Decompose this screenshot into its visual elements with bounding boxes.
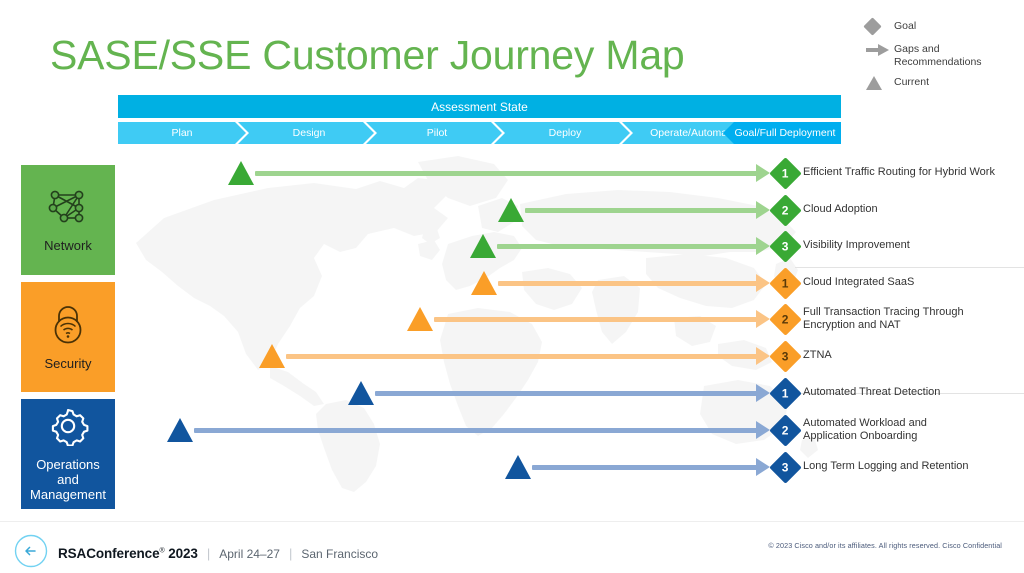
legend-label-current: Current (894, 76, 930, 88)
category-label-operations: Operations and Management (30, 457, 106, 502)
stage-chevron-row: Plan Design Pilot Deploy Operate/Automat… (118, 122, 841, 144)
assessment-state-header: Assessment State (118, 95, 841, 118)
gap-arrow-head-9 (756, 458, 770, 476)
goal-diamond-number: 3 (781, 349, 789, 363)
gap-arrow-head-6 (756, 347, 770, 365)
gap-arrow-head-8 (756, 421, 770, 439)
rsa-brand-name: RSAConference (58, 546, 160, 561)
current-state-triangle-1 (228, 161, 254, 185)
goal-diamond-number: 3 (781, 239, 789, 253)
gap-arrow-shaft-4 (498, 281, 757, 286)
goal-diamond-1[interactable]: 1 (768, 156, 802, 190)
goal-diamond-number: 2 (781, 203, 789, 217)
category-card-network[interactable]: Network (21, 165, 115, 275)
footer-city: San Francisco (301, 546, 379, 561)
current-state-triangle-8 (167, 418, 193, 442)
stage-chevron-deploy[interactable]: Deploy (494, 122, 630, 144)
gap-arrow-shaft-2 (525, 208, 757, 213)
footer-separator-2: | (288, 546, 293, 561)
gap-arrow-head-2 (756, 201, 770, 219)
journey-row-label-4: Cloud Integrated SaaS (803, 276, 915, 288)
stage-chevron-pilot[interactable]: Pilot (366, 122, 502, 144)
footer-branding: RSAConference® 2023 | April 24–27 | San … (14, 534, 378, 573)
current-state-triangle-4 (471, 271, 497, 295)
stage-chevron-goal[interactable]: Goal/Full Deployment (723, 122, 841, 144)
category-label-security: Security (44, 356, 92, 371)
journey-row-label-2: Cloud Adoption (803, 203, 878, 215)
goal-diamond-5[interactable]: 2 (768, 302, 802, 336)
goal-diamond-3[interactable]: 3 (768, 229, 802, 263)
goal-diamond-4[interactable]: 1 (768, 266, 802, 300)
journey-row-label-9: Long Term Logging and Retention (803, 460, 969, 472)
legend-item-goal: Goal (863, 17, 1024, 36)
current-state-triangle-3 (470, 234, 496, 258)
goal-diamond-8[interactable]: 2 (768, 413, 802, 447)
goal-diamond-number: 1 (781, 276, 789, 290)
footer-divider (0, 521, 1024, 522)
current-triangle-icon (866, 75, 894, 90)
footer-dates: April 24–27 (219, 546, 280, 561)
journey-row-label-8: Automated Workload and Application Onboar… (803, 417, 927, 442)
goal-diamond-2[interactable]: 2 (768, 193, 802, 227)
registered-mark: ® (159, 547, 165, 555)
goal-diamond-number: 2 (781, 423, 789, 437)
gap-arrow-head-7 (756, 384, 770, 402)
rsa-conference-brand: RSAConference® 2023 (58, 546, 198, 561)
goal-diamond-icon (863, 17, 894, 36)
gap-arrow-head-1 (756, 164, 770, 182)
gap-arrow-head-4 (756, 274, 770, 292)
legend-item-gaps: Gaps and Recommendations (866, 42, 1024, 68)
current-state-triangle-5 (407, 307, 433, 331)
padlock-wifi-icon (48, 303, 88, 350)
arrow-right-icon (866, 42, 894, 57)
current-state-triangle-6 (259, 344, 285, 368)
gear-icon (47, 406, 89, 451)
goal-diamond-number: 1 (781, 166, 789, 180)
legend-label-goal: Goal (894, 20, 917, 32)
legend-item-current: Current (866, 75, 1024, 91)
gap-arrow-shaft-7 (375, 391, 757, 396)
goal-diamond-7[interactable]: 1 (768, 376, 802, 410)
gap-arrow-shaft-3 (497, 244, 757, 249)
journey-row-label-6: ZTNA (803, 349, 832, 361)
footer-separator-1: | (206, 546, 211, 561)
gap-arrow-shaft-9 (532, 465, 757, 470)
current-state-triangle-9 (505, 455, 531, 479)
legend: Goal Gaps and Recommendations Current (863, 17, 1024, 98)
current-state-triangle-2 (498, 198, 524, 222)
goal-diamond-number: 1 (781, 386, 789, 400)
gap-arrow-shaft-6 (286, 354, 757, 359)
journey-row-label-3: Visibility Improvement (803, 239, 910, 251)
rsa-brand-year: 2023 (168, 546, 198, 561)
current-state-triangle-7 (348, 381, 374, 405)
stage-chevron-plan[interactable]: Plan (118, 122, 246, 144)
page-title: SASE/SSE Customer Journey Map (50, 32, 685, 78)
journey-row-label-5: Full Transaction Tracing Through Encrypti… (803, 306, 964, 331)
gap-arrow-shaft-8 (194, 428, 757, 433)
journey-row-label-7: Automated Threat Detection (803, 386, 941, 398)
back-arrow-circle-icon[interactable] (14, 534, 48, 573)
gap-arrow-shaft-5 (434, 317, 757, 322)
network-mesh-icon (46, 187, 90, 232)
arrow-right-icon-svg (866, 44, 889, 56)
journey-row-label-1: Efficient Traffic Routing for Hybrid Wor… (803, 166, 995, 178)
category-card-operations[interactable]: Operations and Management (21, 399, 115, 509)
footer-copyright: © 2023 Cisco and/or its affiliates. All … (768, 541, 1002, 550)
category-card-security[interactable]: Security (21, 282, 115, 392)
goal-diamond-9[interactable]: 3 (768, 450, 802, 484)
goal-diamond-number: 2 (781, 312, 789, 326)
gap-arrow-head-5 (756, 310, 770, 328)
divider-security-section (795, 267, 1024, 268)
goal-diamond-number: 3 (781, 460, 789, 474)
stage-chevron-design[interactable]: Design (238, 122, 374, 144)
goal-diamond-6[interactable]: 3 (768, 339, 802, 373)
category-label-network: Network (44, 238, 92, 253)
gap-arrow-shaft-1 (255, 171, 757, 176)
gap-arrow-head-3 (756, 237, 770, 255)
legend-label-gaps: Gaps and Recommendations (894, 43, 982, 68)
